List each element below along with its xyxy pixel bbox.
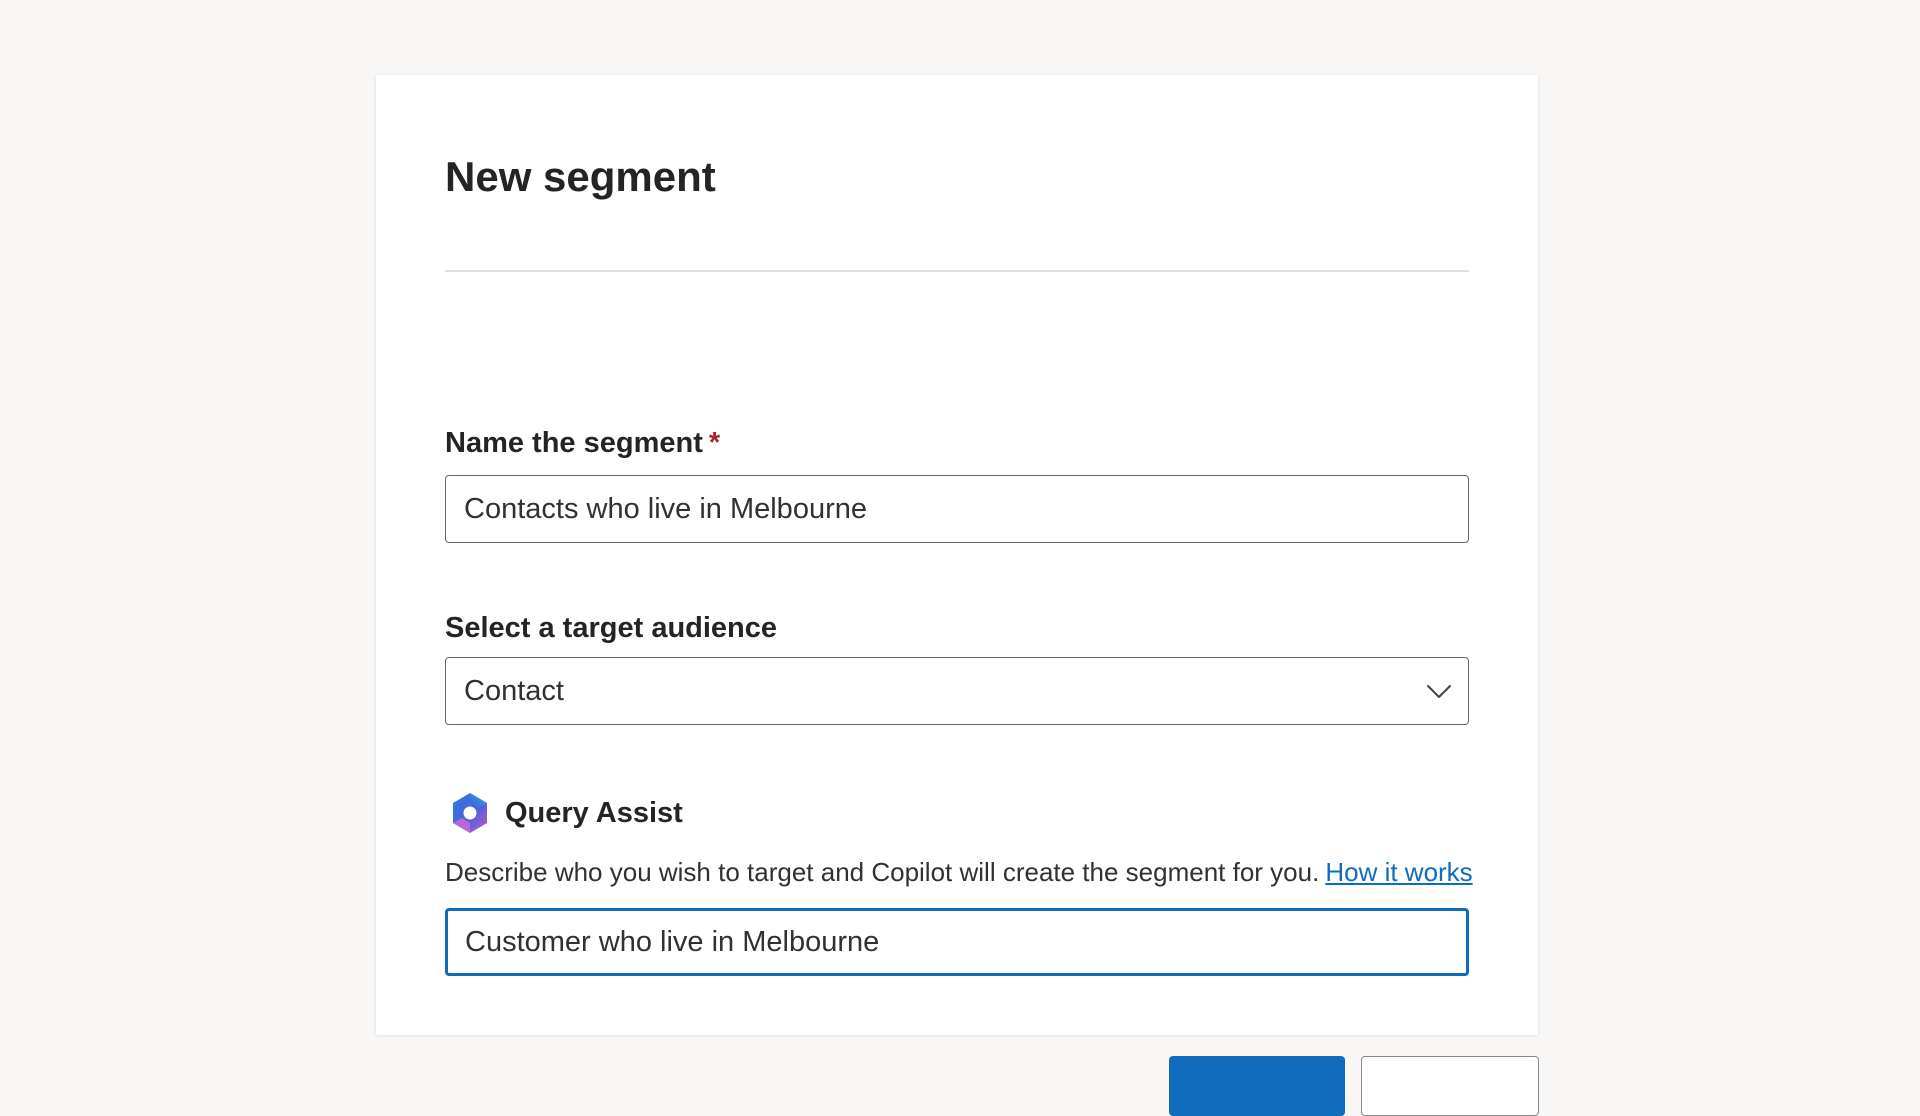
query-assist-input-value: Customer who live in Melbourne	[465, 925, 880, 958]
dialog-title: New segment	[445, 153, 716, 200]
query-assist-description-text: Describe who you wish to target and Copi…	[445, 857, 1320, 887]
target-audience-dropdown[interactable]: Contact	[445, 657, 1469, 725]
primary-action-button[interactable]	[1169, 1056, 1345, 1116]
required-marker: *	[708, 427, 721, 459]
segment-name-value: Contacts who live in Melbourne	[464, 492, 867, 525]
new-segment-dialog: New segment Name the segment * Contacts w…	[376, 75, 1539, 1116]
title-divider	[445, 270, 1469, 272]
segment-name-label: Name the segment *	[445, 425, 720, 461]
copilot-icon	[453, 793, 487, 833]
secondary-action-button[interactable]	[1361, 1056, 1539, 1116]
chevron-down-icon	[1427, 685, 1451, 698]
target-audience-label: Select a target audience	[445, 612, 778, 644]
query-assist-input[interactable]: Customer who live in Melbourne	[445, 908, 1469, 976]
segment-name-input[interactable]: Contacts who live in Melbourne	[445, 475, 1469, 543]
query-assist-header: Query Assist	[445, 787, 683, 839]
segment-name-label-text: Name the segment	[445, 427, 703, 459]
target-audience-selected-value: Contact	[464, 674, 564, 707]
query-assist-description: Describe who you wish to target and Copi…	[445, 855, 1473, 889]
how-it-works-link[interactable]: How it works	[1325, 857, 1472, 887]
query-assist-title: Query Assist	[505, 796, 683, 829]
